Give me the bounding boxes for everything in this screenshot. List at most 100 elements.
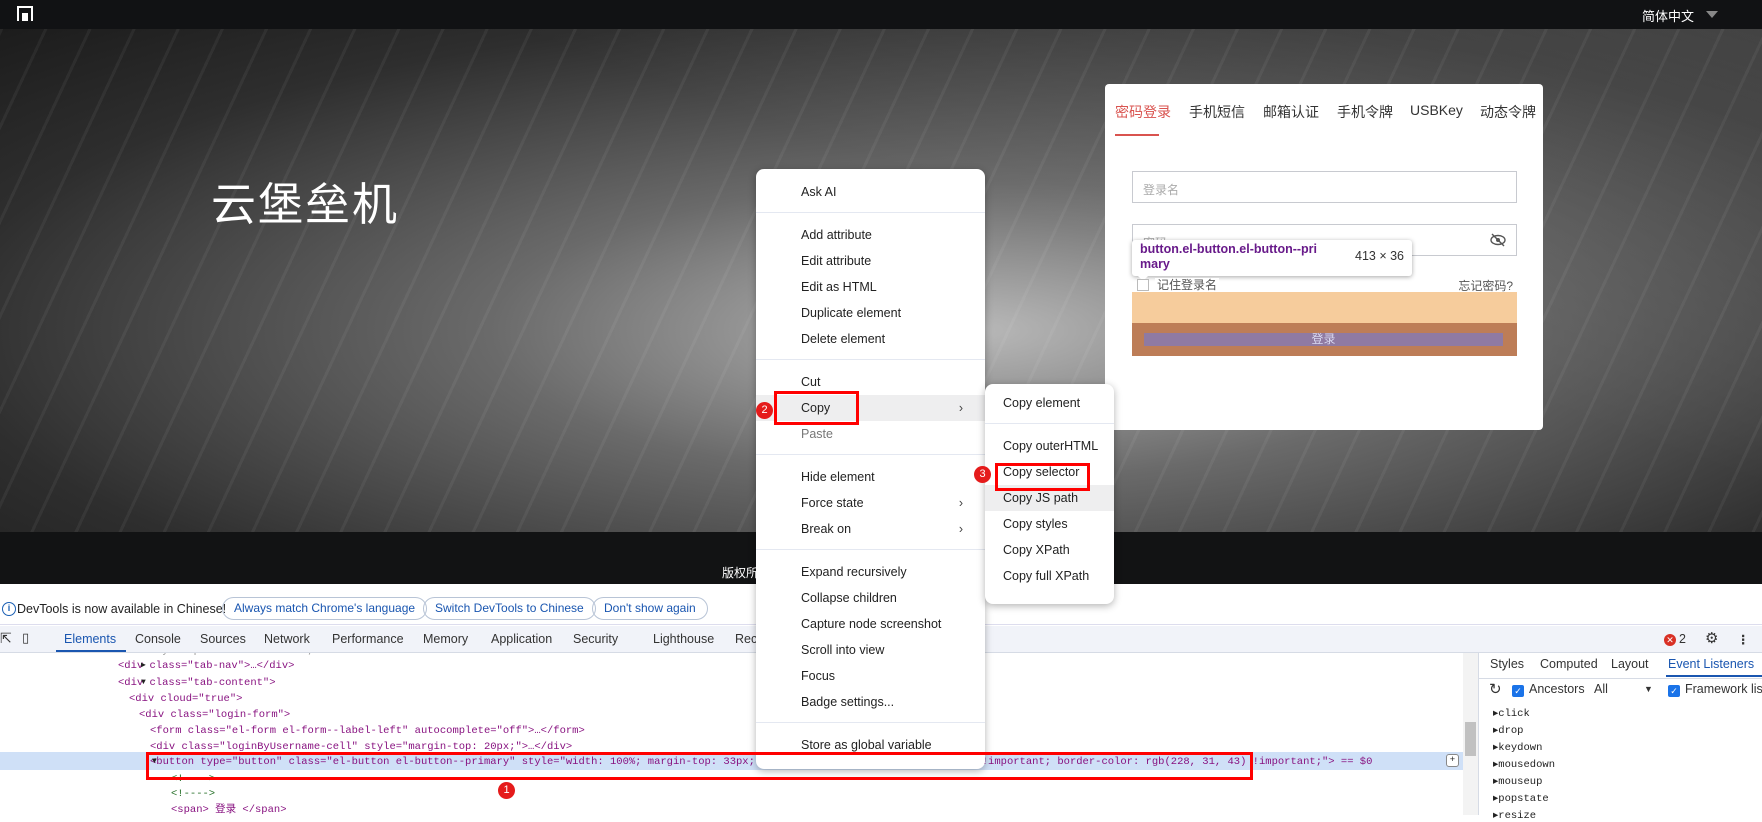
tooltip-selector: button.el-button.el-button--primary [1140,242,1318,271]
menu-scroll-into-view[interactable]: Scroll into view [756,637,985,663]
more-icon[interactable]: ⋮ [1737,632,1750,647]
tab-sources[interactable]: Sources [200,632,246,646]
language-select[interactable]: 简体中文 [1642,6,1694,25]
ancestors-checkbox[interactable]: ✓ [1512,685,1524,697]
tab-event-listeners[interactable]: Event Listeners [1668,657,1754,671]
tab-console[interactable]: Console [135,632,181,646]
menu-hide-element[interactable]: Hide element [756,464,985,490]
menu-separator [756,359,985,360]
tab-performance[interactable]: Performance [332,632,404,646]
event-name: popstate [1498,793,1549,805]
menu-focus[interactable]: Focus [756,663,985,689]
tab-computed[interactable]: Computed [1540,657,1598,671]
tab-layout[interactable]: Layout [1611,657,1649,671]
tab-sms[interactable]: 手机短信 [1189,102,1245,122]
remember-label[interactable]: 记住登录名 [1155,278,1220,292]
eye-off-icon[interactable] [1490,233,1506,247]
menu-duplicate[interactable]: Duplicate element [756,300,985,326]
tab-otp[interactable]: 动态令牌 [1480,102,1536,122]
menu-collapse[interactable]: Collapse children [756,585,985,611]
active-tab-indicator [1115,134,1159,136]
menu-copy-outerhtml[interactable]: Copy outerHTML [985,433,1114,459]
tab-mobile-token[interactable]: 手机令牌 [1337,102,1393,122]
remember-checkbox[interactable] [1137,279,1149,291]
annotation-badge-3: 3 [974,466,991,483]
dom-node[interactable]: <span> 登录 </span> [171,802,287,815]
menu-separator [756,549,985,550]
menu-ask-ai[interactable]: Ask AI [756,179,985,205]
error-count[interactable]: 2 [1679,632,1686,646]
event-drop[interactable]: ▸drop [1493,724,1524,737]
tab-email[interactable]: 邮箱认证 [1263,102,1319,122]
event-click[interactable]: ▸click [1493,707,1530,720]
event-name: click [1498,708,1530,720]
ancestors-label: Ancestors [1529,682,1585,696]
menu-separator [756,454,985,455]
dom-comment[interactable]: <!----> [171,786,215,802]
chevron-right-icon: › [958,496,963,510]
chevron-down-icon[interactable]: ▼ [1644,684,1653,694]
menu-expand[interactable]: Expand recursively [756,559,985,585]
tab-styles[interactable]: Styles [1490,657,1524,671]
top-bar [0,0,1762,29]
menu-delete[interactable]: Delete element [756,326,985,352]
menu-force-state-label: Force state [801,496,864,510]
tab-application[interactable]: Application [491,632,552,646]
menu-capture[interactable]: Capture node screenshot [756,611,985,637]
chevron-down-icon[interactable] [1706,11,1718,18]
error-icon[interactable]: ✕ [1664,634,1676,646]
filter-select[interactable]: All [1594,682,1608,696]
dom-node[interactable]: <form class="el-form el-form--label-left… [150,723,585,739]
dom-node[interactable]: <div cloud="true"> [129,691,242,707]
event-mouseup[interactable]: ▸mouseup [1493,775,1542,788]
framework-checkbox[interactable]: ✓ [1668,685,1680,697]
tab-network[interactable]: Network [264,632,310,646]
context-menu: Ask AI Add attribute Edit attribute Edit… [756,169,985,769]
menu-add-attribute[interactable]: Add attribute [756,222,985,248]
tab-security[interactable]: Security [573,632,618,646]
copyright-text: 版权所 [722,566,759,580]
event-popstate[interactable]: ▸popstate [1493,792,1549,805]
menu-copy-xpath[interactable]: Copy XPath [985,537,1114,563]
scrollbar-thumb[interactable] [1465,722,1476,756]
inspect-icon[interactable]: ⇱ [0,630,12,647]
menu-separator [756,212,985,213]
expand-arrow-icon[interactable]: ▶ [141,658,146,674]
event-mousedown[interactable]: ▸mousedown [1493,758,1555,771]
margin-highlight [1132,292,1517,323]
tab-usbkey[interactable]: USBKey [1410,102,1463,118]
match-language-button[interactable]: Always match Chrome's language [222,597,428,620]
event-keydown[interactable]: ▸keydown [1493,741,1542,754]
tab-elements[interactable]: Elements [64,632,116,646]
menu-edit-html[interactable]: Edit as HTML [756,274,985,300]
menu-copy-full-xpath[interactable]: Copy full XPath [985,563,1114,589]
menu-edit-attribute[interactable]: Edit attribute [756,248,985,274]
annotation-box-button-node [146,752,1253,780]
menu-copy-element[interactable]: Copy element [985,390,1114,416]
username-input[interactable]: 登录名 [1132,171,1517,203]
collapse-arrow-icon[interactable]: ▼ [141,675,146,691]
tab-password-login[interactable]: 密码登录 [1115,102,1171,122]
tab-memory[interactable]: Memory [423,632,468,646]
gear-icon[interactable]: ⚙ [1705,629,1718,647]
switch-chinese-button[interactable]: Switch DevTools to Chinese [423,597,596,620]
product-title: 云堡垒机 [211,179,400,230]
annotation-badge-1: 1 [498,782,515,799]
annotation-box-copy [774,391,859,425]
refresh-icon[interactable]: ↻ [1489,680,1502,698]
event-resize[interactable]: ▸resize [1493,809,1536,822]
forgot-password-link[interactable]: 忘记密码? [1458,277,1513,294]
tab-lighthouse[interactable]: Lighthouse [653,632,714,646]
menu-break-on[interactable]: Break on › [756,516,985,542]
dom-node[interactable]: <div class="login-form"> [139,707,290,723]
inspect-tooltip: button.el-button.el-button--primary 413 … [1132,240,1412,276]
menu-copy-styles[interactable]: Copy styles [985,511,1114,537]
copy-submenu: Copy element Copy outerHTML Copy selecto… [985,384,1114,604]
annotation-box-copy-selector [995,463,1090,491]
menu-badge-settings[interactable]: Badge settings... [756,689,985,715]
dont-show-button[interactable]: Don't show again [592,597,708,620]
menu-force-state[interactable]: Force state › [756,490,985,516]
ai-assist-icon[interactable]: + [1446,754,1459,767]
menu-break-on-label: Break on [801,522,852,536]
device-toggle-icon[interactable]: ▯ [22,630,29,646]
